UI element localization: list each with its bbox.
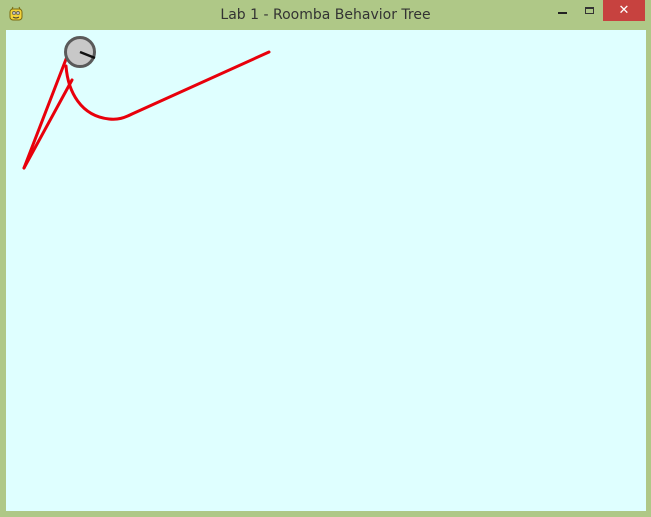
- path-segment-curve: [64, 50, 271, 121]
- simulation-canvas: [6, 30, 646, 511]
- path-segment-left-outer: [22, 52, 70, 170]
- app-window: Lab 1 - Roomba Behavior Tree ✕: [0, 0, 651, 517]
- close-button[interactable]: ✕: [603, 0, 645, 21]
- maximize-icon: [585, 7, 594, 14]
- title-bar[interactable]: Lab 1 - Roomba Behavior Tree ✕: [0, 0, 651, 30]
- path-segment-left-inner: [22, 78, 74, 170]
- minimize-button[interactable]: [548, 0, 576, 21]
- simulation-drawing: [22, 36, 271, 170]
- maximize-button[interactable]: [576, 0, 603, 21]
- roomba-robot: [64, 36, 96, 68]
- minimize-icon: [557, 11, 567, 14]
- close-icon: ✕: [618, 3, 630, 18]
- roomba-path: [22, 50, 271, 170]
